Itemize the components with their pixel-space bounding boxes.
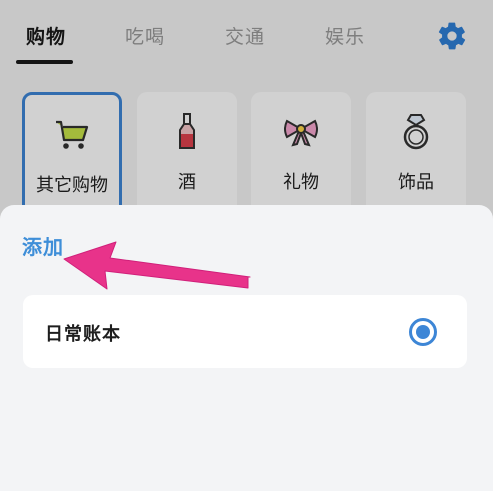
account-book-item[interactable]: 日常账本 bbox=[23, 295, 467, 368]
account-book-radio[interactable] bbox=[409, 318, 437, 346]
add-button[interactable]: 添加 bbox=[22, 231, 64, 260]
account-book-label: 日常账本 bbox=[45, 324, 121, 345]
bottom-sheet: 添加 日常账本 bbox=[0, 205, 493, 491]
radio-selected-dot bbox=[416, 325, 430, 339]
pointer-arrow-icon bbox=[63, 241, 251, 290]
